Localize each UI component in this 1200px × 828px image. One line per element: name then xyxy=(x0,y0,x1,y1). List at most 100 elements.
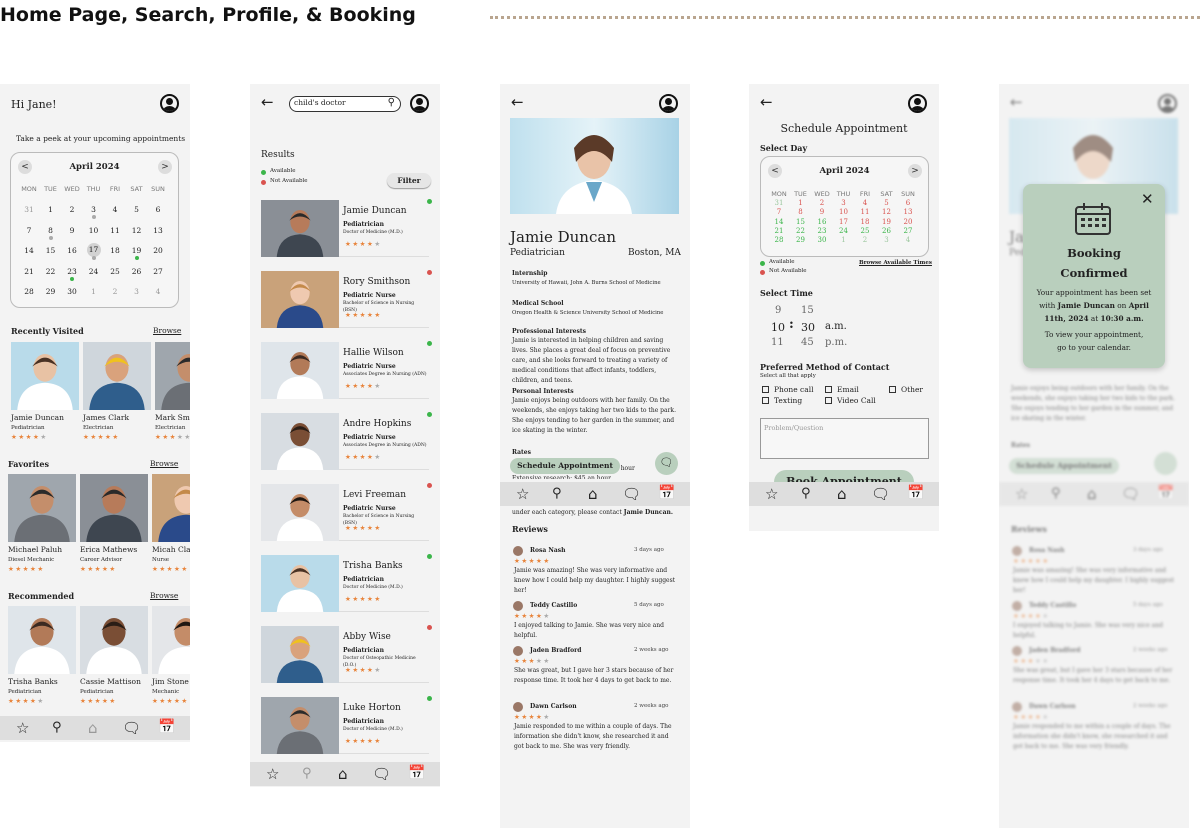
calendar-day[interactable]: 19 xyxy=(876,218,898,226)
calendar-day[interactable]: 22 xyxy=(790,227,812,235)
calendar-day[interactable]: 31 xyxy=(768,199,790,207)
calendar-day[interactable]: 29 xyxy=(40,287,62,296)
problem-textarea[interactable]: Problem/Question xyxy=(760,418,929,459)
chat-icon[interactable]: 🗨 xyxy=(122,719,141,737)
calendar-day[interactable]: 26 xyxy=(876,227,898,235)
hour-10[interactable]: 10 xyxy=(771,321,785,334)
chat-icon[interactable]: 🗨 xyxy=(622,485,641,503)
calendar-day[interactable]: 9 xyxy=(811,208,833,216)
calendar-day[interactable]: 30 xyxy=(61,287,83,296)
ampm-pm[interactable]: p.m. xyxy=(825,337,847,348)
phone-call-checkbox[interactable]: Phone call xyxy=(762,385,814,394)
profile-icon[interactable] xyxy=(659,94,678,113)
calendar-day[interactable]: 2 xyxy=(61,205,83,214)
calendar-day[interactable]: 9 xyxy=(61,226,83,235)
calendar-day[interactable]: 20 xyxy=(897,218,919,226)
calendar-day[interactable]: 12 xyxy=(876,208,898,216)
browse-times-link[interactable]: Browse Available Times xyxy=(859,260,932,266)
calendar-day[interactable]: 13 xyxy=(897,208,919,216)
calendar-day[interactable]: 27 xyxy=(147,267,169,276)
calendar-day[interactable]: 28 xyxy=(768,236,790,244)
calendar-day[interactable]: 20 xyxy=(147,246,169,255)
star-icon[interactable]: ☆ xyxy=(16,719,29,737)
person-thumbnail[interactable] xyxy=(80,474,148,542)
minute-30[interactable]: 30 xyxy=(801,321,815,334)
hour-9[interactable]: 9 xyxy=(775,305,781,316)
calendar-day[interactable]: 16 xyxy=(61,246,83,255)
person-thumbnail[interactable] xyxy=(152,606,190,674)
search-input[interactable]: child's doctor ⚲ xyxy=(289,96,401,112)
calendar-day[interactable]: 3 xyxy=(83,205,105,214)
next-month-button[interactable]: > xyxy=(908,164,922,178)
calendar-day[interactable]: 4 xyxy=(104,205,126,214)
calendar-day[interactable]: 24 xyxy=(83,267,105,276)
calendar-day[interactable]: 23 xyxy=(61,267,83,276)
recently-visited-browse-link[interactable]: Browse xyxy=(153,326,181,335)
calendar-day[interactable]: 11 xyxy=(104,226,126,235)
calendar-day[interactable]: 10 xyxy=(833,208,855,216)
calendar-day[interactable]: 5 xyxy=(126,205,148,214)
calendar-day[interactable]: 3 xyxy=(876,236,898,244)
texting-checkbox[interactable]: Texting xyxy=(762,396,802,405)
calendar-day[interactable]: 14 xyxy=(768,218,790,226)
result-card[interactable]: Rory Smithson Pediatric Nurse Bachelor of … xyxy=(261,267,432,328)
calendar-day[interactable]: 18 xyxy=(104,246,126,255)
result-card[interactable]: Hallie Wilson Pediatric Nurse Associates D… xyxy=(261,338,432,399)
calendar-day[interactable]: 2 xyxy=(104,287,126,296)
search-icon[interactable]: ⚲ xyxy=(52,720,62,735)
calendar-day[interactable]: 4 xyxy=(147,287,169,296)
video-call-checkbox[interactable]: Video Call xyxy=(825,396,876,405)
calendar-day[interactable]: 5 xyxy=(876,199,898,207)
calendar-day[interactable]: 4 xyxy=(854,199,876,207)
filter-button[interactable]: Filter xyxy=(387,173,431,188)
calendar-day[interactable]: 1 xyxy=(40,205,62,214)
person-thumbnail[interactable] xyxy=(155,342,190,410)
calendar-icon[interactable]: 📅 xyxy=(658,485,675,501)
result-card[interactable]: Abby Wise Pediatrician Doctor of Osteopath… xyxy=(261,622,432,683)
home-icon[interactable]: ⌂ xyxy=(338,765,348,783)
recommended-browse-link[interactable]: Browse xyxy=(150,591,178,600)
calendar-day[interactable]: 21 xyxy=(768,227,790,235)
chat-bubble-button[interactable]: 🗨 xyxy=(655,452,678,475)
calendar-day[interactable]: 26 xyxy=(126,267,148,276)
minute-15[interactable]: 15 xyxy=(801,305,814,316)
calendar-day[interactable]: 30 xyxy=(811,236,833,244)
email-checkbox[interactable]: Email xyxy=(825,385,859,394)
calendar-day[interactable]: 13 xyxy=(147,226,169,235)
calendar-icon[interactable]: 📅 xyxy=(408,765,425,781)
chat-icon[interactable]: 🗨 xyxy=(871,485,890,503)
person-thumbnail[interactable] xyxy=(8,474,76,542)
next-month-button[interactable]: > xyxy=(158,160,172,174)
calendar-day[interactable]: 15 xyxy=(790,218,812,226)
home-icon[interactable]: ⌂ xyxy=(88,719,98,737)
profile-icon[interactable] xyxy=(160,94,179,113)
calendar-day[interactable]: 14 xyxy=(18,246,40,255)
star-icon[interactable]: ☆ xyxy=(266,765,279,783)
calendar-day[interactable]: 17 xyxy=(86,243,101,257)
search-icon[interactable]: ⚲ xyxy=(302,766,312,781)
calendar-day[interactable]: 18 xyxy=(854,218,876,226)
back-arrow-icon[interactable]: ← xyxy=(261,93,274,111)
person-thumbnail[interactable] xyxy=(152,474,190,542)
person-thumbnail[interactable] xyxy=(80,606,148,674)
person-thumbnail[interactable] xyxy=(83,342,151,410)
calendar-day[interactable]: 25 xyxy=(854,227,876,235)
calendar-day[interactable]: 2 xyxy=(854,236,876,244)
other-checkbox[interactable]: Other xyxy=(889,385,923,394)
calendar-day[interactable]: 11 xyxy=(854,208,876,216)
calendar-day[interactable]: 3 xyxy=(833,199,855,207)
back-arrow-icon[interactable]: ← xyxy=(760,93,773,111)
calendar-day[interactable]: 6 xyxy=(897,199,919,207)
calendar-day[interactable]: 25 xyxy=(104,267,126,276)
calendar-day[interactable]: 10 xyxy=(83,226,105,235)
home-icon[interactable]: ⌂ xyxy=(588,485,598,503)
calendar-day[interactable]: 23 xyxy=(811,227,833,235)
calendar-day[interactable]: 12 xyxy=(126,226,148,235)
calendar-day[interactable]: 27 xyxy=(897,227,919,235)
calendar-day[interactable]: 15 xyxy=(40,246,62,255)
person-thumbnail[interactable] xyxy=(11,342,79,410)
chat-icon[interactable]: 🗨 xyxy=(372,765,391,783)
star-icon[interactable]: ☆ xyxy=(765,485,778,503)
calendar-day[interactable]: 17 xyxy=(833,218,855,226)
calendar-day[interactable]: 21 xyxy=(18,267,40,276)
